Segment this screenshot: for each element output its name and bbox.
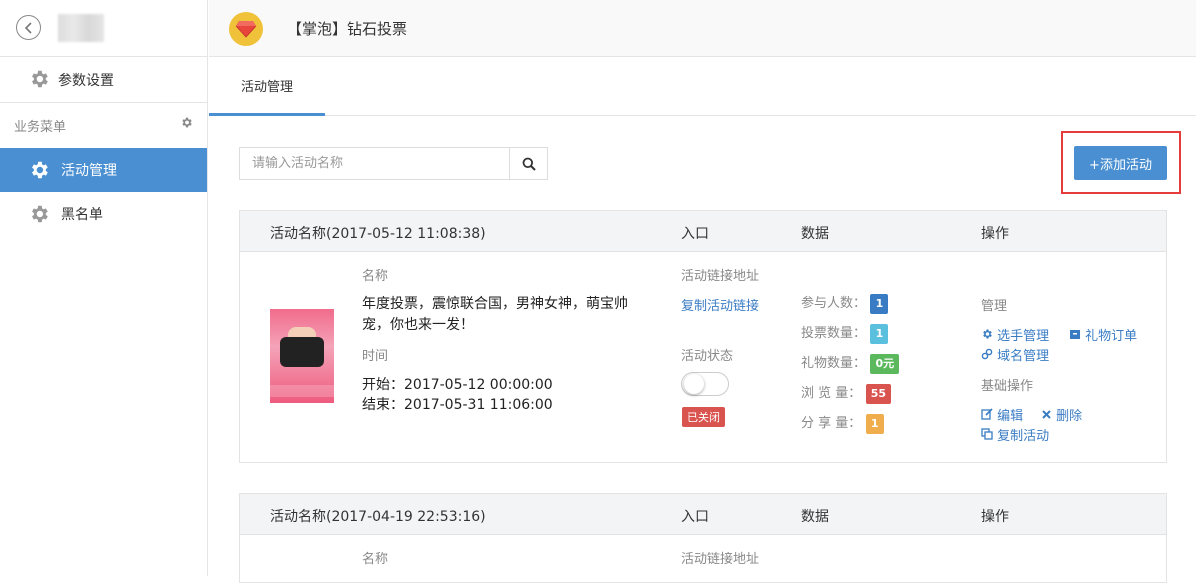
stat-votes: 投票数量： 1 <box>801 322 889 344</box>
diamond-logo-icon <box>229 12 263 46</box>
sidebar-item-label: 黑名单 <box>61 207 103 223</box>
column-header-ops: 操作 <box>981 509 1009 525</box>
link-label: 活动链接地址 <box>681 552 760 567</box>
link-label: 编辑 <box>997 409 1024 424</box>
time-label: 时间 <box>362 349 389 364</box>
column-header-data: 数据 <box>801 226 829 242</box>
blurred-account-name <box>58 14 104 42</box>
link-label: 礼物订单 <box>1085 329 1138 344</box>
add-activity-button[interactable]: +添加活动 <box>1074 146 1167 180</box>
sidebar-section-label: 业务菜单 <box>14 120 67 135</box>
gift-order-link[interactable]: 礼物订单 <box>1069 325 1137 344</box>
stat-badge: 1 <box>870 324 889 344</box>
gear-icon <box>32 70 48 88</box>
player-manage-link[interactable]: 选手管理 <box>981 325 1049 344</box>
link-label: 域名管理 <box>997 349 1050 364</box>
gear-icon <box>32 205 48 223</box>
name-label: 名称 <box>362 552 389 567</box>
close-icon <box>1042 410 1051 419</box>
stat-badge: 55 <box>865 384 892 404</box>
activity-card: 活动名称(2017-04-19 22:53:16) 入口 数据 操作 名称 活动… <box>239 493 1167 583</box>
link-label: 活动链接地址 <box>681 269 760 284</box>
edit-link[interactable]: 编辑 <box>981 405 1023 424</box>
sidebar-section-header: 业务菜单 <box>0 103 207 148</box>
column-header-ops: 操作 <box>981 226 1009 242</box>
end-time: 结束：2017-05-31 11:06:00 <box>362 397 553 413</box>
sidebar: 参数设置 业务菜单 活动管理 黑名单 <box>0 0 208 576</box>
tab-bar: 活动管理 <box>209 57 1196 116</box>
search-input[interactable] <box>240 148 510 179</box>
sidebar-item-params[interactable]: 参数设置 <box>0 57 207 103</box>
search-button[interactable] <box>509 148 547 179</box>
stat-label: 参与人数： <box>801 296 867 311</box>
chevron-left-icon <box>24 21 32 34</box>
activity-card-body: 名称 年度投票，震惊联合国，男神女神，萌宝帅宠，你也来一发！ 时间 开始：201… <box>240 252 1166 444</box>
copy-activity-link[interactable]: 复制活动 <box>981 425 1049 444</box>
stat-shares: 分 享 量： 1 <box>801 412 884 434</box>
stat-label: 浏 览 量： <box>801 386 862 401</box>
app-header: 【掌泡】钻石投票 <box>209 0 1196 57</box>
sidebar-item-label: 参数设置 <box>58 72 114 89</box>
stat-participants: 参与人数： 1 <box>801 292 889 314</box>
gear-icon <box>983 329 992 339</box>
stat-badge: 1 <box>865 414 884 434</box>
activity-poster-image <box>270 309 334 403</box>
tab-activity-manage[interactable]: 活动管理 <box>209 57 325 116</box>
name-label: 名称 <box>362 269 389 284</box>
sidebar-item-blacklist[interactable]: 黑名单 <box>0 192 207 236</box>
search-box <box>239 147 548 180</box>
activity-card-header: 活动名称(2017-04-19 22:53:16) 入口 数据 操作 <box>240 494 1166 535</box>
app-title: 【掌泡】钻石投票 <box>287 20 408 38</box>
activity-card-header: 活动名称(2017-05-12 11:08:38) 入口 数据 操作 <box>240 211 1166 252</box>
settings-gear-icon[interactable] <box>180 116 193 129</box>
activity-header-name: 活动名称(2017-05-12 11:08:38) <box>270 226 486 242</box>
column-header-entry: 入口 <box>681 226 709 242</box>
stat-label: 投票数量： <box>801 326 867 341</box>
stat-badge: 1 <box>870 294 889 314</box>
basic-ops-label: 基础操作 <box>981 379 1034 394</box>
status-toggle[interactable] <box>681 372 729 396</box>
activity-header-name: 活动名称(2017-04-19 22:53:16) <box>270 509 486 525</box>
status-badge: 已关闭 <box>682 407 725 427</box>
sidebar-item-activity-manage[interactable]: 活动管理 <box>0 148 207 192</box>
link-icon <box>981 348 993 360</box>
gear-icon <box>32 161 48 179</box>
status-label: 活动状态 <box>681 349 734 364</box>
edit-icon <box>981 408 993 420</box>
link-label: 删除 <box>1056 409 1083 424</box>
domain-manage-link[interactable]: 域名管理 <box>981 345 1049 364</box>
link-label: 复制活动 <box>997 429 1050 444</box>
stat-gifts: 礼物数量： 0元 <box>801 352 900 374</box>
copy-icon <box>981 428 993 440</box>
stat-views: 浏 览 量： 55 <box>801 382 892 404</box>
back-button[interactable] <box>16 15 41 40</box>
column-header-data: 数据 <box>801 509 829 525</box>
archive-icon <box>1070 330 1080 339</box>
sidebar-top <box>0 0 207 57</box>
stat-label: 分 享 量： <box>801 416 862 431</box>
copy-link-button[interactable]: 复制活动链接 <box>681 295 759 314</box>
delete-link[interactable]: 删除 <box>1041 405 1082 424</box>
manage-label: 管理 <box>981 299 1008 314</box>
sidebar-item-label: 活动管理 <box>61 163 117 179</box>
column-header-entry: 入口 <box>681 509 709 525</box>
stat-badge: 0元 <box>870 354 900 374</box>
activity-name: 年度投票，震惊联合国，男神女神，萌宝帅宠，你也来一发！ <box>362 296 628 333</box>
stat-label: 礼物数量： <box>801 356 867 371</box>
start-time: 开始：2017-05-12 00:00:00 <box>362 377 553 393</box>
search-icon <box>522 157 536 171</box>
activity-card: 活动名称(2017-05-12 11:08:38) 入口 数据 操作 名称 年度… <box>239 210 1167 463</box>
link-label: 选手管理 <box>997 329 1050 344</box>
